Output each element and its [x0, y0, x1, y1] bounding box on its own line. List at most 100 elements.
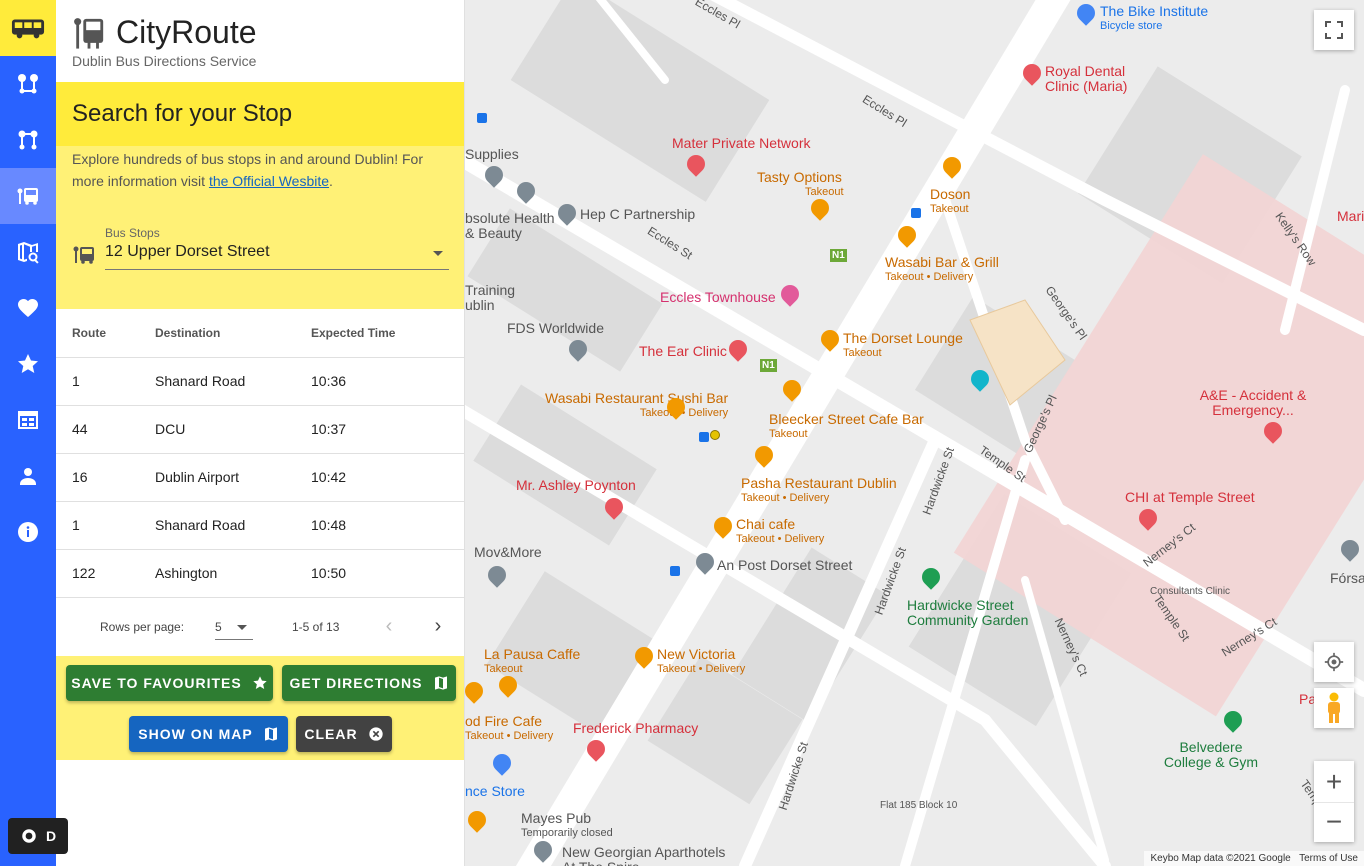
street-view-pegman[interactable] [1314, 688, 1354, 728]
app-title: CityRoute [116, 14, 257, 50]
poi-label[interactable]: A&E - Accident & Emergency... [1193, 388, 1313, 418]
app-root: D CityRoute Dublin Bus Directions Servic… [0, 0, 1364, 866]
terms-link[interactable]: Terms of Use [1299, 853, 1358, 864]
time-cell: 10:42 [311, 453, 465, 502]
table-row[interactable]: 16 Dublin Airport 10:42 [56, 453, 465, 502]
save-to-favourites-button[interactable]: SAVE TO FAVOURITES [66, 664, 273, 701]
poi-label[interactable]: Belvedere College & Gym [1163, 740, 1259, 770]
star-icon[interactable] [0, 336, 56, 392]
bus-stop-select[interactable]: Bus Stops 12 Upper Dorset Street [72, 226, 449, 270]
route-cell: 122 [56, 549, 155, 598]
dropdown-arrow-icon[interactable] [237, 624, 247, 630]
poi-label[interactable]: FDS Worldwide [507, 321, 604, 336]
poi-label[interactable]: Royal Dental Clinic (Maria) [1045, 64, 1155, 94]
poi-label[interactable]: Hardwicke Street Community Garden [907, 598, 1037, 628]
poi-label[interactable]: Mayes Pub Temporarily closed [521, 811, 613, 841]
table-row[interactable]: 1 Shanard Road 10:48 [56, 501, 465, 550]
time-cell: 10:50 [311, 549, 465, 598]
bus-stop-marker-icon[interactable] [699, 432, 709, 442]
poi-label[interactable]: Wasabi Bar & Grill Takeout • Delivery [885, 255, 999, 285]
poi-label[interactable]: Doson Takeout [930, 187, 970, 217]
header-route[interactable]: Route [56, 309, 155, 358]
show-on-map-button[interactable]: SHOW ON MAP [129, 715, 288, 752]
poi-label[interactable]: Mov&More [474, 545, 542, 560]
calendar-icon[interactable] [0, 392, 56, 448]
poi-label[interactable]: bsolute Health & Beauty [465, 211, 555, 241]
poi-label[interactable]: Hep C Partnership [580, 207, 695, 222]
time-cell: 10:36 [311, 357, 465, 406]
next-page-icon[interactable]: › [427, 615, 449, 638]
header-destination[interactable]: Destination [155, 309, 311, 358]
zoom-out-button[interactable]: − [1314, 801, 1354, 842]
side-panel: CityRoute Dublin Bus Directions Service … [56, 0, 465, 866]
poi-label[interactable]: Pasha Restaurant Dublin Takeout • Deliver… [741, 476, 897, 506]
time-cell: 10:37 [311, 405, 465, 454]
table-row[interactable]: 44 DCU 10:37 [56, 405, 465, 454]
rows-per-page-select[interactable]: 5 [215, 614, 253, 640]
stop-search-card: Search for your Stop Explore hundreds of… [56, 82, 464, 309]
official-website-link[interactable]: the Official Wesbite [209, 173, 329, 189]
previous-page-icon[interactable]: ‹ [378, 615, 400, 638]
poi-label[interactable]: Flat 185 Block 10 [880, 798, 957, 813]
poi-label[interactable]: Mater Private Network [672, 136, 810, 151]
selected-stop-marker-icon[interactable] [710, 430, 720, 440]
bus-stop-value[interactable]: 12 Upper Dorset Street [105, 240, 449, 270]
bike-marker-icon[interactable] [477, 113, 487, 123]
poi-label[interactable]: The Ear Clinic [639, 344, 727, 359]
map-view[interactable]: The Bike Institute Bicycle store Royal De… [465, 0, 1364, 866]
poi-label[interactable]: Tasty Options Takeout [757, 170, 844, 200]
poi-label[interactable]: New Victoria Takeout • Delivery [657, 647, 745, 677]
poi-label[interactable]: Frederick Pharmacy [573, 721, 698, 736]
poi-label[interactable]: New Georgian Aparthotels At The Spire [562, 845, 732, 866]
dropdown-arrow-icon[interactable] [433, 251, 443, 256]
table-pagination: Rows per page: 5 1-5 of 13 ‹ › [56, 598, 464, 656]
map-attribution: Keybo Map data ©2021 Google Terms of Use [1144, 851, 1364, 866]
destination-cell: Dublin Airport [155, 453, 311, 502]
route-pair-icon[interactable] [0, 56, 56, 112]
poi-label[interactable]: Chai cafe Takeout • Delivery [736, 517, 824, 547]
poi-label[interactable]: Mari [1337, 209, 1364, 224]
fullscreen-icon [1325, 21, 1343, 39]
route-pair-alt-icon[interactable] [0, 112, 56, 168]
route-cell: 1 [56, 357, 155, 406]
poi-label[interactable]: od Fire Cafe Takeout • Delivery [465, 714, 553, 744]
bus-stop-marker-icon[interactable] [911, 208, 921, 218]
header-expected-time[interactable]: Expected Time [311, 309, 465, 358]
pegman-icon [1328, 692, 1340, 723]
map-search-icon[interactable] [0, 224, 56, 280]
poi-label[interactable]: Wasabi Restaurant Sushi Bar Takeout • Del… [545, 391, 728, 421]
poi-label[interactable]: Training ublin [465, 283, 525, 313]
my-location-button[interactable] [1314, 642, 1354, 682]
theme-toggle-button[interactable]: D [8, 818, 68, 854]
search-heading: Search for your Stop [56, 82, 464, 146]
bus-stop-icon[interactable] [0, 168, 56, 224]
poi-label[interactable]: Supplies [465, 147, 519, 162]
zoom-in-button[interactable]: + [1314, 762, 1354, 802]
info-icon[interactable] [0, 504, 56, 560]
crosshair-icon [1324, 652, 1344, 672]
poi-label[interactable]: The Bike Institute Bicycle store [1100, 4, 1208, 34]
bus-stop-icon [73, 246, 94, 264]
poi-label[interactable]: Bleecker Street Cafe Bar Takeout [769, 412, 924, 442]
poi-label[interactable]: The Dorset Lounge Takeout [843, 331, 963, 361]
route-cell: 44 [56, 405, 155, 454]
poi-label[interactable]: Mr. Ashley Poynton [516, 478, 636, 493]
poi-label[interactable]: La Pausa Caffe Takeout [484, 647, 580, 677]
map-icon [264, 726, 277, 741]
bus-stop-marker-icon[interactable] [670, 566, 680, 576]
poi-label[interactable]: An Post Dorset Street [717, 558, 852, 573]
poi-label[interactable]: Eccles Townhouse [660, 290, 776, 305]
bus-logo-icon[interactable] [0, 0, 56, 56]
person-icon[interactable] [0, 448, 56, 504]
table-row[interactable]: 122 Ashington 10:50 [56, 549, 465, 598]
time-cell: 10:48 [311, 501, 465, 550]
fullscreen-button[interactable] [1314, 10, 1354, 50]
poi-label[interactable]: nce Store [465, 784, 525, 799]
poi-label[interactable]: Fórsa [1330, 571, 1364, 586]
table-row[interactable]: 1 Shanard Road 10:36 [56, 357, 465, 406]
poi-label[interactable]: CHI at Temple Street [1125, 490, 1255, 505]
heart-icon[interactable] [0, 280, 56, 336]
clear-button[interactable]: CLEAR [296, 715, 392, 752]
rows-per-page-label: Rows per page: [100, 619, 185, 634]
get-directions-button[interactable]: GET DIRECTIONS [282, 664, 456, 701]
